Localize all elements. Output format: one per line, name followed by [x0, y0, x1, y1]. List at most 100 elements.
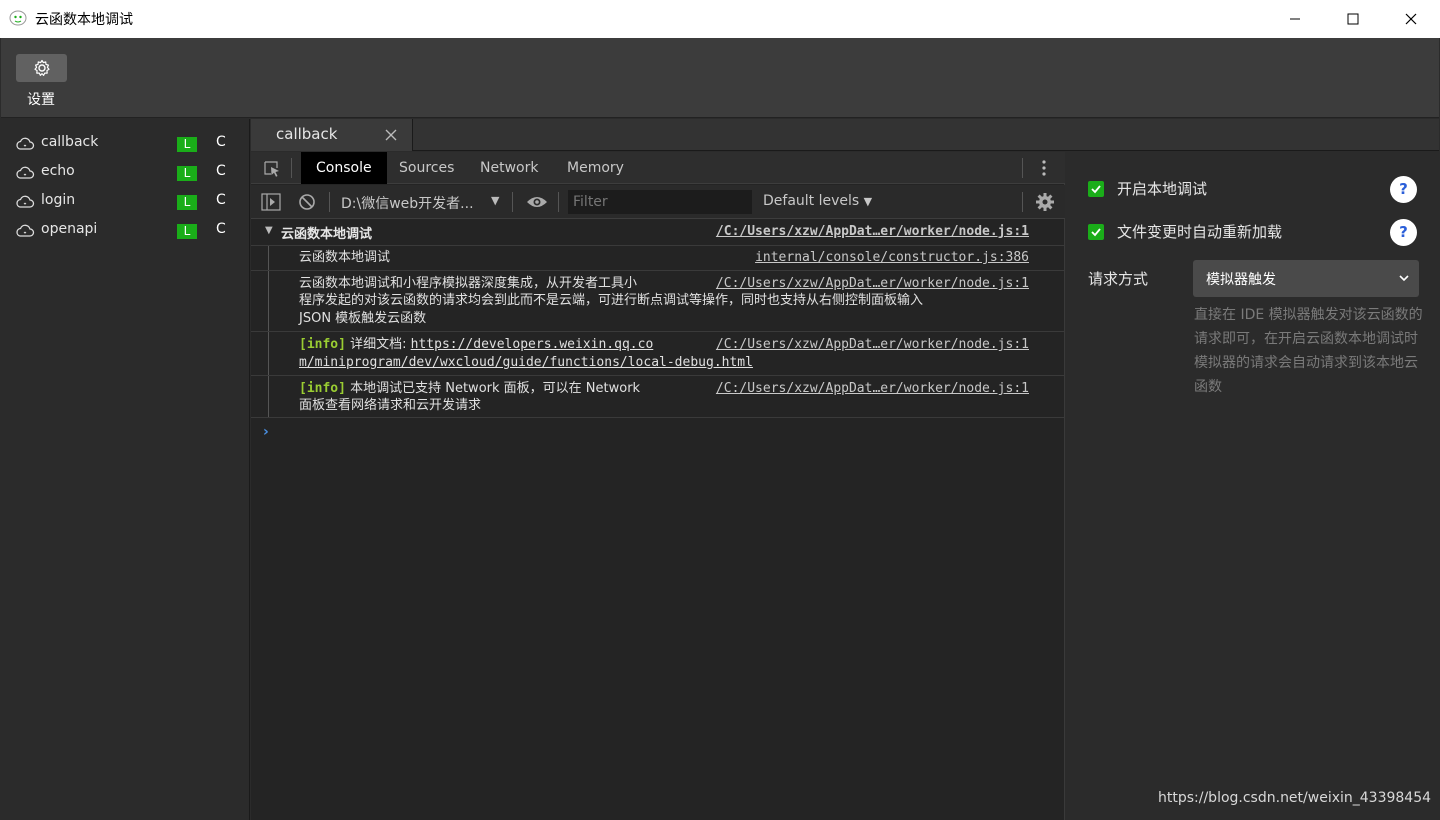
request-method-select[interactable]: 模拟器触发	[1193, 260, 1419, 297]
divider	[1022, 158, 1023, 178]
console-group-header[interactable]: ▼ 云函数本地调试 /C:/Users/xzw/AppDat…er/worker…	[251, 220, 1065, 246]
settings-label: 设置	[27, 92, 55, 108]
help-icon[interactable]: ?	[1390, 176, 1417, 203]
tab-memory[interactable]: Memory	[552, 152, 639, 184]
cloud-badge[interactable]: C	[216, 134, 226, 150]
gear-icon	[33, 59, 50, 76]
log-prefix: 详细文档:	[350, 337, 407, 352]
clear-console-icon[interactable]	[298, 193, 316, 211]
inspect-element-icon[interactable]	[263, 160, 281, 178]
function-name: echo	[41, 163, 75, 179]
local-badge[interactable]: L	[177, 195, 197, 210]
cloud-badge[interactable]: C	[216, 163, 226, 179]
source-link[interactable]: internal/console/constructor.js:386	[755, 250, 1029, 265]
console-toolbar: D:\微信web开发者... ▼ Default levels ▼	[251, 185, 1065, 219]
function-name: openapi	[41, 221, 98, 237]
minimize-icon	[1290, 18, 1300, 20]
indent-guide	[268, 271, 269, 331]
function-item-openapi[interactable]: openapi L C	[1, 216, 250, 245]
tab-callback[interactable]: callback	[251, 119, 413, 151]
function-name: callback	[41, 134, 99, 150]
console-entry: [info] 详细文档: https://developers.weixin.q…	[251, 332, 1065, 376]
cloud-icon	[16, 166, 35, 179]
local-badge[interactable]: L	[177, 137, 197, 152]
cloud-badge[interactable]: C	[216, 192, 226, 208]
more-options-icon[interactable]	[1041, 159, 1047, 177]
function-item-echo[interactable]: echo L C	[1, 158, 250, 187]
indent-guide	[268, 246, 269, 270]
log-message: 云函数本地调试	[299, 250, 391, 265]
enable-local-debug-label: 开启本地调试	[1117, 180, 1208, 198]
info-tag: [info]	[299, 381, 346, 396]
info-tag: [info]	[299, 337, 346, 352]
enable-local-debug-checkbox[interactable]	[1088, 181, 1104, 197]
title-bar: 云函数本地调试	[0, 0, 1440, 38]
tab-console[interactable]: Console	[301, 152, 387, 184]
chevron-down-icon: ▼	[491, 194, 500, 207]
auto-reload-checkbox[interactable]	[1088, 224, 1104, 240]
sidebar-toggle-icon[interactable]	[261, 193, 281, 211]
log-levels-dropdown[interactable]: Default levels ▼	[763, 193, 872, 209]
log-message-line: [info] 本地调试已支持 Network 面板，可以在 Network	[299, 380, 640, 398]
log-message-line: 云函数本地调试和小程序模拟器深度集成，从开发者工具小	[299, 276, 638, 291]
divider	[329, 192, 330, 212]
eye-icon[interactable]	[526, 195, 548, 209]
debug-control-panel: 开启本地调试 ? 文件变更时自动重新加载 ? 请求方式 模拟器触发 直接在 ID…	[1066, 152, 1439, 820]
cloud-badge[interactable]: C	[216, 221, 226, 237]
indent-guide	[268, 376, 269, 417]
toolbar: 设置	[1, 38, 1439, 118]
cloud-icon	[16, 137, 35, 150]
enable-local-debug-option[interactable]: 开启本地调试 ?	[1088, 176, 1428, 203]
devtools-panel: Console Sources Network Memory D:\微信web开…	[251, 152, 1065, 820]
maximize-button[interactable]	[1324, 0, 1382, 38]
watermark: https://blog.csdn.net/weixin_43398454	[1158, 790, 1432, 806]
log-message-line: 面板查看网络请求和云开发请求	[299, 398, 482, 413]
doc-link-continued[interactable]: m/miniprogram/dev/wxcloud/guide/function…	[299, 354, 753, 372]
source-link[interactable]: /C:/Users/xzw/AppDat…er/worker/node.js:1	[716, 276, 1029, 291]
auto-reload-label: 文件变更时自动重新加载	[1117, 223, 1283, 241]
log-message-line: JSON 模板触发云函数	[299, 311, 427, 326]
context-selector[interactable]: D:\微信web开发者...	[341, 193, 474, 213]
gear-icon[interactable]	[1035, 192, 1055, 212]
chevron-down-icon	[1399, 275, 1409, 282]
log-levels-label: Default levels	[763, 193, 860, 209]
divider	[1022, 192, 1023, 212]
tab-label: callback	[276, 125, 338, 143]
request-method-label: 请求方式	[1088, 270, 1149, 288]
local-badge[interactable]: L	[177, 166, 197, 181]
tab-network[interactable]: Network	[465, 152, 553, 184]
log-message-line: 程序发起的对该云函数的请求均会到此而不是云端，可进行断点调试等操作，同时也支持从…	[299, 293, 924, 308]
doc-link[interactable]: https://developers.weixin.qq.co	[411, 337, 654, 352]
editor-tab-strip: callback	[251, 119, 1439, 151]
console-prompt[interactable]: ›	[263, 424, 269, 440]
group-title: 云函数本地调试	[281, 227, 373, 242]
checkmark-icon	[1091, 185, 1101, 194]
triangle-down-icon: ▼	[265, 225, 273, 236]
maximize-icon	[1347, 13, 1359, 25]
cloud-icon	[16, 195, 35, 208]
log-text: 本地调试已支持 Network 面板，可以在 Network	[350, 381, 641, 396]
cloud-icon	[16, 224, 35, 237]
local-badge[interactable]: L	[177, 224, 197, 239]
auto-reload-option[interactable]: 文件变更时自动重新加载 ?	[1088, 219, 1428, 246]
checkmark-icon	[1091, 228, 1101, 237]
close-icon	[1405, 13, 1417, 25]
function-list: callback L C echo L C login L C openapi …	[1, 119, 250, 820]
divider	[558, 192, 559, 212]
help-icon[interactable]: ?	[1390, 219, 1417, 246]
console-entry: [info] 本地调试已支持 Network 面板，可以在 Network 面板…	[251, 376, 1065, 418]
indent-guide	[268, 332, 269, 375]
minimize-button[interactable]	[1266, 0, 1324, 38]
source-link[interactable]: /C:/Users/xzw/AppDat…er/worker/node.js:1	[716, 224, 1029, 239]
filter-input[interactable]	[568, 190, 752, 214]
close-button[interactable]	[1382, 0, 1440, 38]
divider	[291, 158, 292, 178]
settings-button[interactable]	[16, 54, 67, 82]
function-item-callback[interactable]: callback L C	[1, 129, 250, 158]
close-icon[interactable]	[384, 128, 398, 142]
source-link[interactable]: /C:/Users/xzw/AppDat…er/worker/node.js:1	[716, 381, 1029, 396]
chevron-down-icon: ▼	[863, 195, 873, 208]
source-link[interactable]: /C:/Users/xzw/AppDat…er/worker/node.js:1	[716, 337, 1029, 352]
function-item-login[interactable]: login L C	[1, 187, 250, 216]
tab-sources[interactable]: Sources	[384, 152, 469, 184]
